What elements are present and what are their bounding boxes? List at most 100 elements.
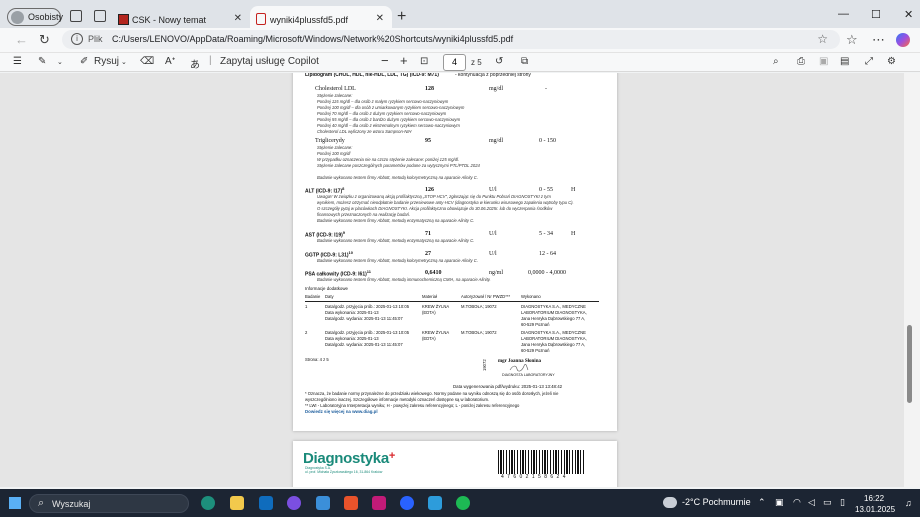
spotify-icon[interactable] <box>456 496 470 510</box>
notification-icon[interactable]: ▯ <box>840 497 845 508</box>
row-no: 1 <box>305 304 308 309</box>
close-window-icon[interactable]: ✕ <box>904 8 913 21</box>
draw-icon[interactable]: ✐ <box>80 56 88 67</box>
zoom-out-icon[interactable]: − <box>381 53 389 68</box>
alt-range: 0 - 55 <box>539 187 553 193</box>
clock-date[interactable]: 13.01.2025 <box>855 505 895 514</box>
url-field[interactable]: i Plik C:/Users/LENOVO/AppData/Roaming/M… <box>62 30 840 49</box>
fullscreen-icon[interactable]: ⤢ <box>865 56 873 67</box>
close-tab-icon[interactable]: ✕ <box>234 13 242 24</box>
row-material: KREW ŻYLNA <box>422 330 450 335</box>
address-bar: ← ↻ i Plik C:/Users/LENOVO/AppData/Roami… <box>0 28 920 52</box>
pdf-viewer[interactable]: Lipidogram (CHOL, HDL, nie-HDL, LDL, TG)… <box>0 73 920 487</box>
taskbar: ⌕ Wyszukaj -2°C Pochmurnie ⌃ ▣ ◠ ◁ ▭ ▯ 1… <box>0 489 920 517</box>
windows-start-icon[interactable] <box>9 497 21 509</box>
eraser-icon[interactable]: ⌫ <box>140 56 154 67</box>
row-auth: M.TOBOŁA; 19072 <box>461 304 497 309</box>
chevron-down-icon[interactable]: ⌄ <box>121 58 127 66</box>
app-icon[interactable] <box>400 496 414 510</box>
search-icon[interactable]: ⌕ <box>773 56 779 67</box>
pdf-page-4: Lipidogram (CHOL, HDL, nie-HDL, LDL, TG)… <box>293 73 617 431</box>
bell-icon[interactable]: ♫ <box>905 498 912 508</box>
page-total: z 5 <box>471 58 482 67</box>
more-info-link[interactable]: Dowiedz się więcej na www.diag.pl <box>305 409 378 414</box>
close-tab-icon[interactable]: ✕ <box>376 13 384 24</box>
ggtp-range: 12 - 64 <box>539 251 556 257</box>
draw-button[interactable]: Rysuj <box>94 56 119 67</box>
brave-icon[interactable] <box>344 496 358 510</box>
save-icon[interactable]: ▣ <box>819 56 828 67</box>
ast-value: 71 <box>425 231 431 237</box>
page-view-icon[interactable]: ⧉ <box>521 56 528 67</box>
file-explorer-icon[interactable] <box>230 496 244 510</box>
info-icon[interactable]: i <box>71 33 83 45</box>
row-lab: DIAGNOSTYKA S.A., MEDYCZNE <box>521 330 586 335</box>
copilot-button[interactable]: Zapytaj usługę Copilot <box>220 56 319 67</box>
read-aloud-icon[interactable]: Aᐩ <box>165 56 176 67</box>
store-icon[interactable] <box>316 496 330 510</box>
outlook-icon[interactable] <box>259 496 273 510</box>
maximize-icon[interactable]: ☐ <box>871 8 881 21</box>
chevron-down-icon[interactable]: ⌄ <box>57 58 63 66</box>
url-text[interactable]: C:/Users/LENOVO/AppData/Roaming/Microsof… <box>112 34 513 44</box>
ggtp-value: 27 <box>425 251 431 257</box>
tab-actions-icon[interactable] <box>94 10 106 22</box>
refresh-icon[interactable]: ↻ <box>39 32 50 48</box>
settings-icon[interactable]: ⚙ <box>887 56 896 67</box>
ldl-note: Poniżej 115 mg/dl – dla osób z małym ryz… <box>317 99 449 104</box>
app-icon[interactable] <box>428 496 442 510</box>
tg-note: Stężenie zalecane poszczególnych paramet… <box>317 163 480 168</box>
address-label: Plik <box>88 34 103 44</box>
tab-title: CSK - Nowy temat <box>132 14 207 25</box>
ldl-value: 128 <box>425 86 434 92</box>
row-lab: Jana Henryka Dąbrowskiego 77 A, <box>521 316 586 321</box>
fit-page-icon[interactable]: ⊡ <box>420 56 428 67</box>
row-lab: LABORATORIUM DIAGNOSTYKA, <box>521 310 587 315</box>
contents-icon[interactable]: ☰ <box>13 56 22 67</box>
tray-app-icon[interactable]: ▣ <box>775 497 784 508</box>
avatar-icon <box>11 11 24 24</box>
psa-range: 0,0000 - 4,0000 <box>528 270 566 276</box>
more-menu-icon[interactable]: ⋯ <box>872 32 885 48</box>
profile-label: Osobisty <box>28 12 64 22</box>
scrollbar-thumb[interactable] <box>907 325 912 403</box>
highlight-icon[interactable]: ✎ <box>38 56 46 67</box>
tray-chevron-icon[interactable]: ⌃ <box>758 497 766 508</box>
rotate-icon[interactable]: ↺ <box>495 56 503 67</box>
edge-app-icon[interactable] <box>201 496 215 510</box>
favorite-star-icon[interactable]: ☆ <box>817 32 828 46</box>
col-lab: Wykonano <box>521 294 541 299</box>
ldl-name: Cholesterol LDL <box>315 86 356 92</box>
tg-method: Badanie wykonano testem firmy Abbott, me… <box>317 175 478 180</box>
print-icon[interactable]: ⎙ <box>797 56 805 67</box>
workspaces-icon[interactable] <box>70 10 82 22</box>
tg-unit: mg/dl <box>489 138 504 144</box>
copilot-icon[interactable] <box>896 33 910 47</box>
volume-icon[interactable]: ◁ <box>808 497 815 508</box>
profile-button[interactable]: Osobisty <box>7 8 64 26</box>
clock-time[interactable]: 16:22 <box>864 494 884 503</box>
row-date: Data/godz. przyjęcia prób.: 2025-01-13 1… <box>325 330 410 335</box>
alt-note: finansowych przeznaczonych na realizację… <box>317 212 411 217</box>
barcode-digits: 4 7 6 0 2 1 5 8 6 2 4 <box>501 474 567 480</box>
psa-method: Badanie wykonano testem firmy Abbott, me… <box>317 277 491 282</box>
minimize-icon[interactable]: — <box>838 8 849 20</box>
ast-unit: U/l <box>489 231 497 237</box>
save-as-icon[interactable]: ▤ <box>840 56 849 67</box>
signature <box>509 364 529 372</box>
picsart-icon[interactable] <box>372 496 386 510</box>
battery-icon[interactable]: ▭ <box>823 497 832 508</box>
wifi-icon[interactable]: ◠ <box>793 497 801 508</box>
copilot-app-icon[interactable] <box>287 496 301 510</box>
back-icon[interactable]: ← <box>15 32 28 47</box>
viewer-scrollbar[interactable] <box>904 73 920 487</box>
weather-text[interactable]: -2°C Pochmurnie <box>682 497 751 507</box>
new-tab-icon[interactable]: + <box>397 8 406 26</box>
favorites-icon[interactable]: ☆ <box>846 32 858 48</box>
alt-note: O szczegóły pytaj w placówkach DIAGNOSTY… <box>317 206 553 211</box>
translate-icon[interactable]: あ <box>190 56 200 71</box>
page-number-input[interactable]: 4 <box>443 54 466 71</box>
taskbar-search[interactable]: ⌕ Wyszukaj <box>29 494 189 513</box>
footnote: wyszczególniono inaczej. Szczegółowe inf… <box>305 397 490 402</box>
zoom-in-icon[interactable]: + <box>400 53 408 68</box>
